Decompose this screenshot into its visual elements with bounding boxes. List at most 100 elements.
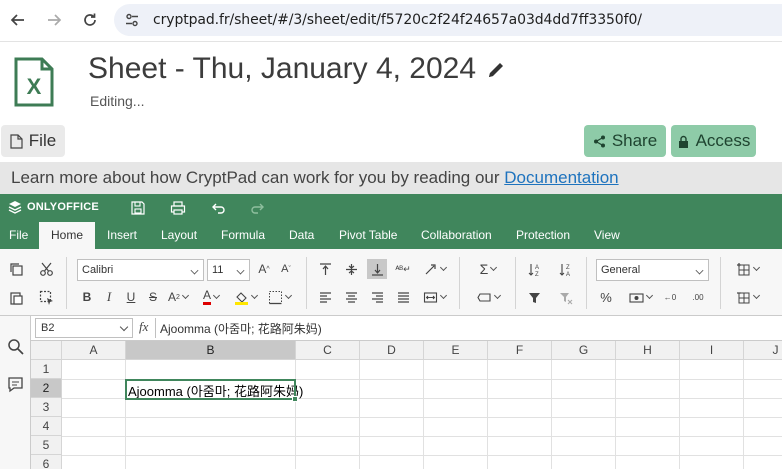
column-header-g[interactable]: G: [552, 341, 616, 360]
documentation-link[interactable]: Documentation: [504, 168, 618, 187]
column-header-j[interactable]: J: [744, 341, 782, 360]
bold-button[interactable]: B: [77, 287, 97, 307]
select-all-corner[interactable]: [31, 341, 62, 360]
column-header-c[interactable]: C: [296, 341, 360, 360]
percent-button[interactable]: %: [596, 287, 616, 307]
reload-icon[interactable]: [79, 9, 101, 31]
strikethrough-button[interactable]: S: [143, 287, 163, 307]
tab-file[interactable]: File: [0, 222, 37, 249]
column-header-b[interactable]: B: [126, 341, 296, 360]
wrap-text-icon[interactable]: ᴬᴮ↵: [393, 259, 413, 279]
column-header-i[interactable]: I: [680, 341, 744, 360]
align-bottom-icon[interactable]: [367, 259, 387, 279]
svg-text:A: A: [566, 272, 570, 277]
subscript-icon[interactable]: A2: [165, 287, 191, 307]
number-format-select[interactable]: General: [596, 259, 709, 281]
sort-descending-icon[interactable]: ZA: [555, 259, 575, 279]
row-header-2[interactable]: 2: [31, 379, 62, 398]
underline-button[interactable]: U: [121, 287, 141, 307]
sum-icon[interactable]: Σ: [473, 259, 503, 279]
forward-icon[interactable]: [43, 9, 65, 31]
select-all-icon[interactable]: [36, 287, 56, 307]
tab-collaboration[interactable]: Collaboration: [412, 222, 501, 249]
tab-data[interactable]: Data: [280, 222, 323, 249]
column-header-h[interactable]: H: [616, 341, 680, 360]
justify-icon[interactable]: [393, 287, 413, 307]
sum-label: Σ: [479, 261, 489, 277]
banner-text: Learn more about how CryptPad can work f…: [11, 168, 505, 187]
tab-pivot-table[interactable]: Pivot Table: [330, 222, 406, 249]
font-name-value: Calibri: [82, 264, 114, 276]
font-name-select[interactable]: Calibri: [77, 259, 204, 281]
clear-filter-icon[interactable]: [555, 287, 575, 307]
site-settings-icon[interactable]: [124, 12, 140, 28]
paste-icon[interactable]: [6, 287, 26, 307]
share-button[interactable]: Share: [584, 125, 666, 157]
align-right-icon[interactable]: [367, 287, 387, 307]
italic-button[interactable]: I: [99, 287, 119, 307]
onlyoffice-logo-icon: [8, 201, 22, 214]
align-center-icon[interactable]: [341, 287, 361, 307]
save-icon[interactable]: [129, 199, 147, 217]
increase-decimal-icon[interactable]: .00: [688, 287, 708, 307]
insert-cells-icon[interactable]: [732, 259, 762, 279]
cell-name-box[interactable]: B2: [35, 318, 133, 338]
column-header-e[interactable]: E: [424, 341, 488, 360]
align-top-icon[interactable]: [315, 259, 335, 279]
document-title[interactable]: Sheet - Thu, January 4, 2024: [88, 52, 476, 86]
spreadsheet-file-icon: X: [14, 57, 54, 107]
named-ranges-icon[interactable]: [473, 287, 503, 307]
row-header-6[interactable]: 6: [31, 455, 62, 469]
document-header: X Sheet - Thu, January 4, 2024 Editing..…: [0, 42, 782, 124]
row-header-3[interactable]: 3: [31, 398, 62, 417]
fill-handle[interactable]: [292, 396, 298, 402]
tab-formula[interactable]: Formula: [212, 222, 274, 249]
copy-icon[interactable]: [6, 259, 26, 279]
tab-insert[interactable]: Insert: [98, 222, 146, 249]
decrease-decimal-icon[interactable]: ←0: [660, 287, 680, 307]
borders-icon[interactable]: [266, 287, 292, 307]
redo-icon[interactable]: [249, 199, 267, 217]
row-header-5[interactable]: 5: [31, 436, 62, 455]
browser-toolbar: cryptpad.fr/sheet/#/3/sheet/edit/f5720c2…: [0, 0, 782, 42]
align-left-icon[interactable]: [315, 287, 335, 307]
tab-protection[interactable]: Protection: [507, 222, 579, 249]
column-header-d[interactable]: D: [360, 341, 424, 360]
tab-layout[interactable]: Layout: [152, 222, 206, 249]
merge-cells-icon[interactable]: [419, 287, 449, 307]
delete-cells-icon[interactable]: [732, 287, 762, 307]
increase-font-icon[interactable]: A ^: [254, 259, 274, 279]
address-bar[interactable]: cryptpad.fr/sheet/#/3/sheet/edit/f5720c2…: [114, 4, 782, 36]
tab-view[interactable]: View: [585, 222, 629, 249]
filter-icon[interactable]: [524, 287, 544, 307]
back-icon[interactable]: [7, 9, 29, 31]
align-middle-icon[interactable]: [341, 259, 361, 279]
row-header-4[interactable]: 4: [31, 417, 62, 436]
cut-icon[interactable]: [36, 259, 56, 279]
print-icon[interactable]: [169, 199, 187, 217]
decrease-font-icon[interactable]: Aˇ: [276, 259, 296, 279]
formula-input[interactable]: Ajoomma (아줌마; 花路阿朱妈): [160, 320, 322, 337]
tab-home[interactable]: Home: [39, 222, 96, 249]
orientation-icon[interactable]: [419, 259, 449, 279]
pencil-icon[interactable]: [486, 60, 506, 80]
font-size-select[interactable]: 11: [207, 259, 250, 281]
row-header-1[interactable]: 1: [31, 360, 62, 379]
spreadsheet-grid[interactable]: A B C D E F G H I J 1 2 3 4 5 6 Ajoomma …: [31, 341, 782, 469]
share-button-label: Share: [611, 131, 658, 150]
sort-ascending-icon[interactable]: AZ: [524, 259, 544, 279]
accounting-icon[interactable]: [625, 287, 655, 307]
comments-icon[interactable]: [7, 376, 24, 393]
access-button[interactable]: Access: [671, 125, 756, 157]
onlyoffice-logo: ONLYOFFICE: [8, 200, 99, 214]
fill-color-icon[interactable]: [231, 287, 259, 307]
column-header-f[interactable]: F: [488, 341, 552, 360]
column-header-a[interactable]: A: [62, 341, 126, 360]
left-side-panel: [0, 316, 31, 469]
search-icon[interactable]: [7, 338, 24, 355]
font-color-icon[interactable]: A: [198, 287, 224, 307]
svg-text:A: A: [535, 265, 539, 271]
file-menu-button[interactable]: File: [1, 125, 65, 157]
function-icon[interactable]: fx: [139, 319, 148, 335]
undo-icon[interactable]: [209, 199, 227, 217]
